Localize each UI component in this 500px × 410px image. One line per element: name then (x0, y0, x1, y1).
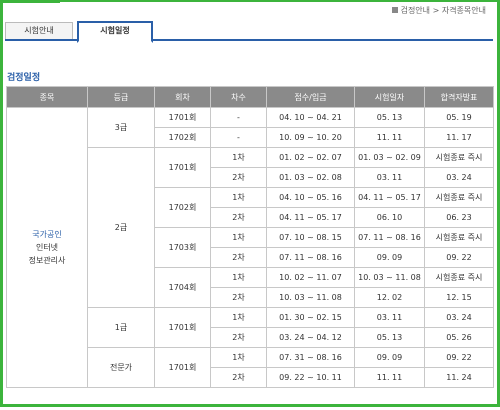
result-cell: 시험종료 즉시 (424, 187, 494, 208)
col-exam-date: 시험일자 (354, 86, 425, 108)
grade-cell: 2급 (87, 147, 155, 308)
session-cell: 1703회 (154, 227, 211, 268)
home-icon[interactable] (391, 7, 398, 13)
exam-cell: 09. 09 (354, 347, 425, 368)
round-cell: 1차 (210, 147, 267, 168)
apply-cell: 04. 10 ~ 05. 16 (266, 187, 355, 208)
session-cell: 1701회 (154, 107, 211, 128)
exam-cell: 05. 13 (354, 327, 425, 348)
round-cell: - (210, 107, 267, 128)
kind-line-3: 정보관리사 (28, 256, 66, 265)
col-session: 회차 (154, 86, 211, 108)
round-cell: 1차 (210, 187, 267, 208)
result-cell: 03. 24 (424, 167, 494, 188)
round-cell: 2차 (210, 167, 267, 188)
result-cell: 11. 24 (424, 367, 494, 388)
apply-cell: 10. 03 ~ 11. 08 (266, 287, 355, 308)
top-accent (3, 0, 60, 3)
table-row: 국가공인 인터넷 정보관리사 3급 1701회 - 04. 10 ~ 04. 2… (6, 107, 494, 388)
exam-cell: 01. 03 ~ 02. 09 (354, 147, 425, 168)
result-cell: 05. 19 (424, 107, 494, 128)
round-cell: - (210, 127, 267, 148)
apply-cell: 03. 24 ~ 04. 12 (266, 327, 355, 348)
tab-bar: 시험안내 시험일정 (5, 21, 493, 43)
apply-cell: 01. 30 ~ 02. 15 (266, 307, 355, 328)
breadcrumb: 검정안내 > 자격종목안내 (391, 5, 486, 16)
round-cell: 1차 (210, 227, 267, 248)
exam-cell: 11. 11 (354, 367, 425, 388)
result-cell: 11. 17 (424, 127, 494, 148)
exam-cell: 04. 11 ~ 05. 17 (354, 187, 425, 208)
exam-cell: 06. 10 (354, 207, 425, 228)
kind-line-1: 국가공인 (32, 230, 62, 239)
round-cell: 2차 (210, 287, 267, 308)
grade-cell: 1급 (87, 307, 155, 348)
apply-cell: 09. 22 ~ 10. 11 (266, 367, 355, 388)
apply-cell: 10. 02 ~ 11. 07 (266, 267, 355, 288)
col-apply: 접수/입금 (266, 86, 355, 108)
result-cell: 시험종료 즉시 (424, 267, 494, 288)
exam-cell: 10. 03 ~ 11. 08 (354, 267, 425, 288)
apply-cell: 07. 11 ~ 08. 16 (266, 247, 355, 268)
session-cell: 1701회 (154, 307, 211, 348)
exam-cell: 05. 13 (354, 107, 425, 128)
breadcrumb-level-2[interactable]: 자격종목안내 (442, 6, 486, 15)
col-result: 합격자발표 (424, 86, 494, 108)
session-cell: 1704회 (154, 267, 211, 308)
session-cell: 1701회 (154, 147, 211, 188)
grade-cell: 전문가 (87, 347, 155, 388)
grade-cell: 3급 (87, 107, 155, 148)
kind-cell: 국가공인 인터넷 정보관리사 (6, 107, 88, 388)
tab-exam-schedule[interactable]: 시험일정 (77, 21, 153, 43)
round-cell: 2차 (210, 367, 267, 388)
col-kind: 종목 (6, 86, 88, 108)
round-cell: 2차 (210, 247, 267, 268)
session-cell: 1702회 (154, 127, 211, 148)
apply-cell: 07. 31 ~ 08. 16 (266, 347, 355, 368)
result-cell: 09. 22 (424, 247, 494, 268)
breadcrumb-level-1[interactable]: 검정안내 (401, 6, 430, 15)
exam-cell: 09. 09 (354, 247, 425, 268)
result-cell: 시험종료 즉시 (424, 147, 494, 168)
exam-cell: 07. 11 ~ 08. 16 (354, 227, 425, 248)
result-cell: 03. 24 (424, 307, 494, 328)
session-cell: 1702회 (154, 187, 211, 228)
session-cell: 1701회 (154, 347, 211, 388)
round-cell: 2차 (210, 327, 267, 348)
exam-cell: 11. 11 (354, 127, 425, 148)
round-cell: 1차 (210, 347, 267, 368)
col-round: 차수 (210, 86, 267, 108)
round-cell: 1차 (210, 267, 267, 288)
exam-cell: 12. 02 (354, 287, 425, 308)
schedule-table: 종목 등급 회차 차수 접수/입금 시험일자 합격자발표 국가공인 인터넷 정보… (6, 86, 494, 388)
exam-cell: 03. 11 (354, 167, 425, 188)
table-header-row: 종목 등급 회차 차수 접수/입금 시험일자 합격자발표 (6, 86, 494, 108)
apply-cell: 04. 10 ~ 04. 21 (266, 107, 355, 128)
tab-exam-info[interactable]: 시험안내 (5, 22, 73, 39)
result-cell: 09. 22 (424, 347, 494, 368)
apply-cell: 04. 11 ~ 05. 17 (266, 207, 355, 228)
round-cell: 1차 (210, 307, 267, 328)
result-cell: 시험종료 즉시 (424, 227, 494, 248)
section-title: 검정일정 (7, 73, 41, 83)
exam-cell: 03. 11 (354, 307, 425, 328)
apply-cell: 10. 09 ~ 10. 20 (266, 127, 355, 148)
apply-cell: 01. 02 ~ 02. 07 (266, 147, 355, 168)
apply-cell: 01. 03 ~ 02. 08 (266, 167, 355, 188)
result-cell: 12. 15 (424, 287, 494, 308)
round-cell: 2차 (210, 207, 267, 228)
kind-line-2: 인터넷 (35, 243, 59, 252)
col-grade: 등급 (87, 86, 155, 108)
apply-cell: 07. 10 ~ 08. 15 (266, 227, 355, 248)
result-cell: 05. 26 (424, 327, 494, 348)
result-cell: 06. 23 (424, 207, 494, 228)
